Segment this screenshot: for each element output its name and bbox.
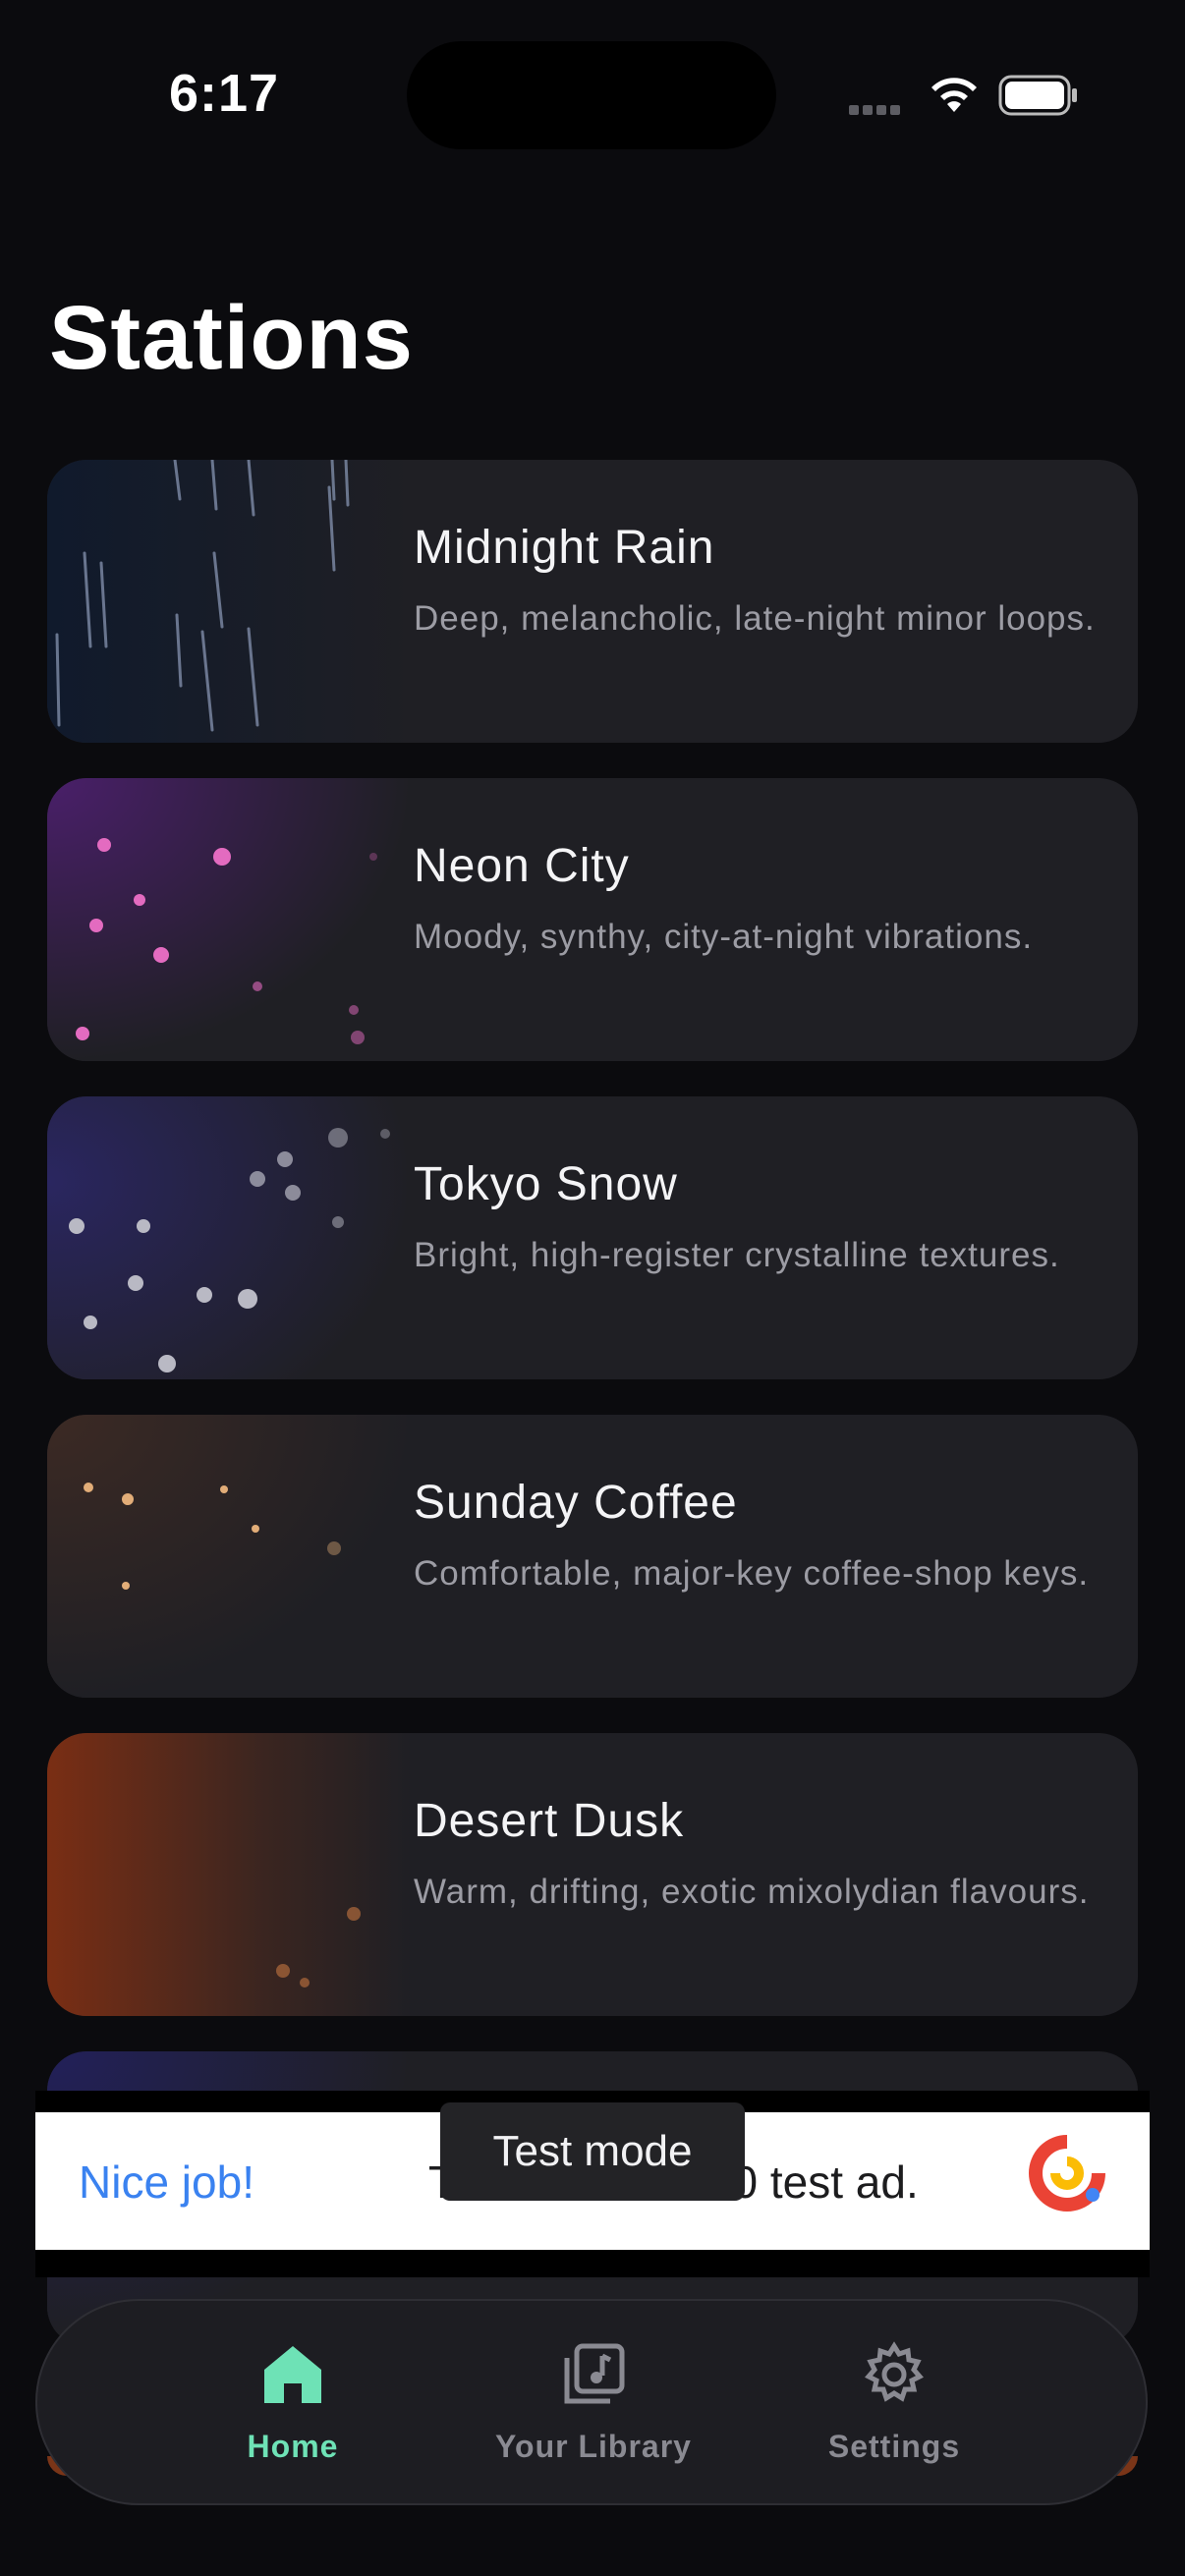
station-artwork-desert (47, 1733, 411, 2016)
station-title: Desert Dusk (414, 1795, 685, 1847)
station-title: Neon City (414, 840, 630, 892)
ad-headline: Nice job! (79, 2156, 254, 2208)
station-description: Warm, drifting, exotic mixolydian flavou… (414, 1873, 1090, 1911)
station-description: Deep, melancholic, late-night minor loop… (414, 599, 1096, 638)
station-card-sunday-coffee[interactable]: Sunday Coffee Comfortable, major-key cof… (47, 1415, 1138, 1698)
station-artwork-rain (47, 460, 411, 743)
tab-label: Home (247, 2429, 339, 2464)
tab-label: Your Library (495, 2429, 692, 2464)
test-mode-toast: Test mode (440, 2102, 745, 2201)
station-title: Midnight Rain (414, 522, 715, 574)
home-icon (264, 2346, 321, 2403)
station-description: Comfortable, major-key coffee-shop keys. (414, 1554, 1090, 1593)
library-icon (564, 2343, 625, 2404)
cellular-signal-icon (849, 102, 908, 116)
tab-home[interactable]: Home (175, 2340, 411, 2465)
station-artwork-snow (47, 1096, 411, 1379)
admob-logo-icon (1029, 2135, 1105, 2212)
station-title: Sunday Coffee (414, 1477, 738, 1529)
gear-icon (865, 2341, 924, 2402)
station-artwork-coffee (47, 1415, 411, 1698)
station-artwork-neon (47, 778, 411, 1061)
tab-settings[interactable]: Settings (776, 2340, 1012, 2465)
station-description: Bright, high-register crystalline textur… (414, 1236, 1060, 1274)
page-title: Stations (49, 288, 414, 388)
station-title: Tokyo Snow (414, 1158, 678, 1210)
station-card-tokyo-snow[interactable]: Tokyo Snow Bright, high-register crystal… (47, 1096, 1138, 1379)
station-card-midnight-rain[interactable]: Midnight Rain Deep, melancholic, late-ni… (47, 460, 1138, 743)
station-card-neon-city[interactable]: Neon City Moody, synthy, city-at-night v… (47, 778, 1138, 1061)
station-description: Moody, synthy, city-at-night vibrations. (414, 918, 1034, 956)
tab-label: Settings (827, 2429, 961, 2464)
status-time: 6:17 (169, 64, 280, 123)
battery-icon (998, 75, 1077, 116)
dynamic-island (407, 41, 776, 149)
tab-your-library[interactable]: Your Library (476, 2340, 711, 2465)
wifi-icon (931, 78, 977, 112)
station-card-desert-dusk[interactable]: Desert Dusk Warm, drifting, exotic mixol… (47, 1733, 1138, 2016)
bottom-tab-bar: Home Your Library Settings (35, 2299, 1148, 2505)
